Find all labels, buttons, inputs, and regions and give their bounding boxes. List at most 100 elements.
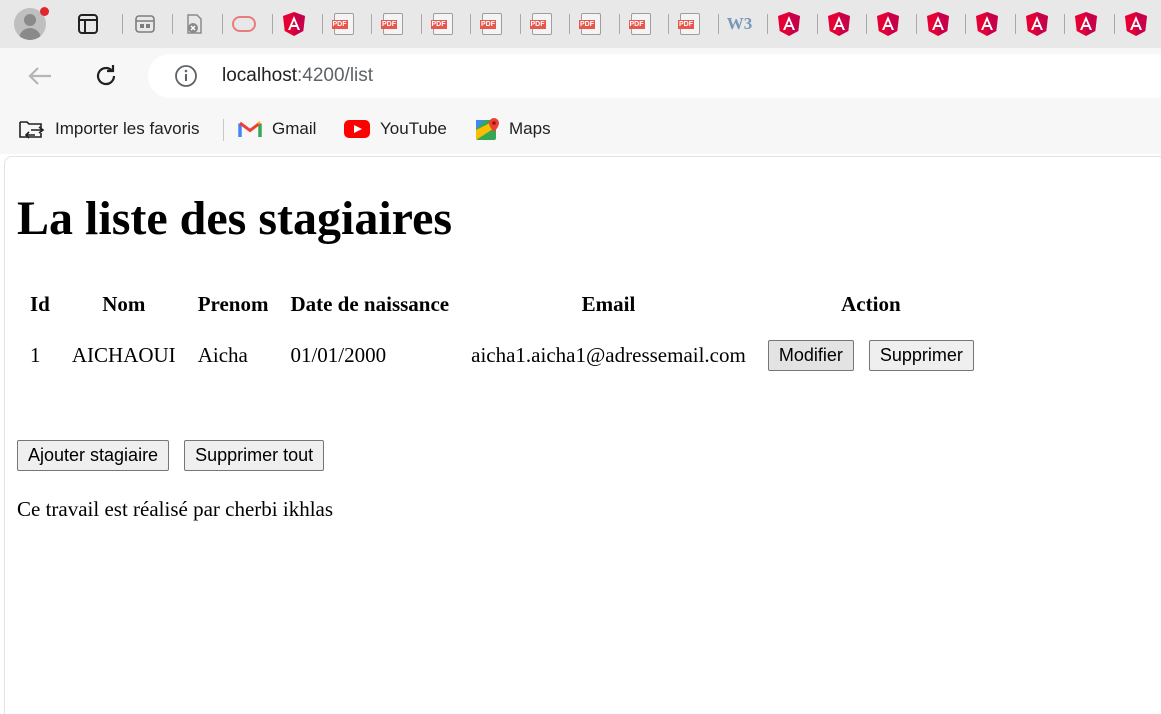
tab-strip: PDF PDF PDF PDF PDF PDF PDF PDF W3 [0, 0, 1161, 48]
pdf-icon[interactable]: PDF [478, 10, 506, 38]
bookmark-label: Maps [509, 119, 551, 138]
cell-date: 01/01/2000 [290, 342, 387, 367]
cell-nom: AICHAOUI [71, 342, 176, 367]
header-nom: Nom [102, 291, 146, 316]
tab-separator [866, 14, 867, 34]
pdf-icon[interactable]: PDF [676, 10, 704, 38]
tab-separator [519, 14, 521, 34]
pdf-label: PDF [331, 20, 348, 29]
tab-separator [321, 14, 323, 34]
url-text[interactable]: localhost:4200/list [222, 65, 373, 87]
header-email: Email [581, 291, 636, 316]
pdf-label: PDF [628, 20, 645, 29]
opera-icon[interactable] [230, 10, 258, 38]
w3-label: W3 [726, 14, 753, 33]
tab-separator [371, 14, 372, 34]
tab-separator [1014, 14, 1016, 34]
bookmark-youtube[interactable]: YouTube [344, 117, 447, 141]
tab-separator [1064, 14, 1065, 34]
delete-button[interactable]: Supprimer [868, 339, 974, 371]
address-bar: localhost:4200/list [0, 48, 1161, 104]
sidebar-tab-icon[interactable] [74, 10, 102, 38]
page-content: La liste des stagiaires Id Nom Prenom Da… [4, 156, 1161, 714]
back-button[interactable] [24, 60, 56, 92]
angular-icon[interactable] [1072, 10, 1100, 38]
bookmark-maps[interactable]: Maps [475, 117, 551, 141]
table-header-row: Id Nom Prenom Date de naissance Email Ac… [19, 283, 985, 325]
notification-dot-icon [40, 7, 49, 16]
bookmark-import[interactable]: Importer les favoris [18, 117, 200, 141]
maps-icon [475, 117, 499, 141]
pdf-icon[interactable]: PDF [627, 10, 655, 38]
bookmark-label: YouTube [380, 119, 447, 138]
gmail-icon [238, 120, 262, 138]
tab-separator [618, 14, 620, 34]
angular-icon[interactable] [1023, 10, 1051, 38]
reload-button[interactable] [90, 60, 122, 92]
reload-icon [96, 65, 116, 86]
tab-separator [420, 14, 422, 34]
angular-icon[interactable] [1122, 10, 1150, 38]
bookmark-label: Importer les favoris [55, 119, 200, 138]
angular-icon[interactable] [775, 10, 803, 38]
pdf-label: PDF [430, 20, 447, 29]
omnibox[interactable]: localhost:4200/list [148, 54, 1161, 98]
youtube-icon [344, 120, 370, 138]
pdf-icon[interactable]: PDF [429, 10, 457, 38]
cell-id: 1 [30, 342, 41, 367]
header-date: Date de naissance [290, 291, 450, 316]
tab-separator [1113, 14, 1115, 34]
table-row: 1 AICHAOUI Aicha 01/01/2000 aicha1.aicha… [19, 325, 985, 385]
header-action: Action [841, 291, 901, 316]
angular-icon[interactable] [924, 10, 952, 38]
back-arrow-icon [28, 67, 51, 85]
tab-separator [172, 14, 173, 34]
pdf-label: PDF [579, 20, 595, 29]
pdf-icon[interactable]: PDF [379, 10, 407, 38]
edit-button[interactable]: Modifier [767, 339, 854, 371]
bookmark-label: Gmail [272, 119, 317, 138]
delete-all-button[interactable]: Supprimer tout [184, 440, 325, 471]
tab-separator [767, 14, 768, 34]
bookmark-gmail[interactable]: Gmail [238, 117, 316, 141]
angular-icon[interactable] [825, 10, 853, 38]
cell-prenom: Aicha [197, 342, 248, 367]
footer-text: Ce travail est réalisé par cherbi ikhlas [17, 497, 334, 521]
bookmarks-bar: Importer les favoris Gmail YouTube Maps [0, 104, 1161, 154]
url-path: :4200/list [297, 65, 374, 86]
cell-email: aicha1.aicha1@adressemail.com [471, 342, 746, 367]
pdf-label: PDF [529, 20, 546, 29]
tab-separator [965, 14, 966, 34]
tab-separator [122, 14, 123, 34]
tab-separator [470, 14, 471, 34]
tab-separator [569, 14, 570, 34]
tab-separator [915, 14, 917, 34]
pdf-label: PDF [678, 20, 694, 29]
closed-tab-icon[interactable] [180, 10, 208, 38]
pdf-icon[interactable]: PDF [330, 10, 358, 38]
pdf-icon[interactable]: PDF [528, 10, 556, 38]
cell-actions: Modifier Supprimer [757, 325, 985, 385]
page-title: La liste des stagiaires [17, 192, 453, 245]
angular-icon[interactable] [973, 10, 1001, 38]
w3schools-icon[interactable]: W3 [726, 10, 754, 38]
tab-separator [222, 14, 223, 34]
page-actions: Ajouter stagiaire Supprimer tout [17, 440, 325, 471]
header-id: Id [30, 291, 50, 316]
tab-groups-icon[interactable] [131, 10, 159, 38]
add-trainee-button[interactable]: Ajouter stagiaire [17, 440, 170, 471]
trainees-table: Id Nom Prenom Date de naissance Email Ac… [19, 283, 985, 385]
tab-separator [816, 14, 818, 34]
profile-button[interactable] [12, 6, 49, 42]
pdf-icon[interactable]: PDF [577, 10, 605, 38]
import-bookmarks-icon [18, 118, 45, 140]
pdf-label: PDF [381, 20, 397, 29]
header-prenom: Prenom [197, 291, 269, 316]
url-host: localhost [222, 65, 297, 86]
bookmark-separator [223, 119, 224, 141]
tab-separator [717, 14, 719, 34]
angular-icon[interactable] [874, 10, 902, 38]
angular-icon[interactable] [280, 10, 308, 38]
site-info-icon[interactable] [174, 64, 198, 93]
tab-separator [272, 14, 273, 34]
